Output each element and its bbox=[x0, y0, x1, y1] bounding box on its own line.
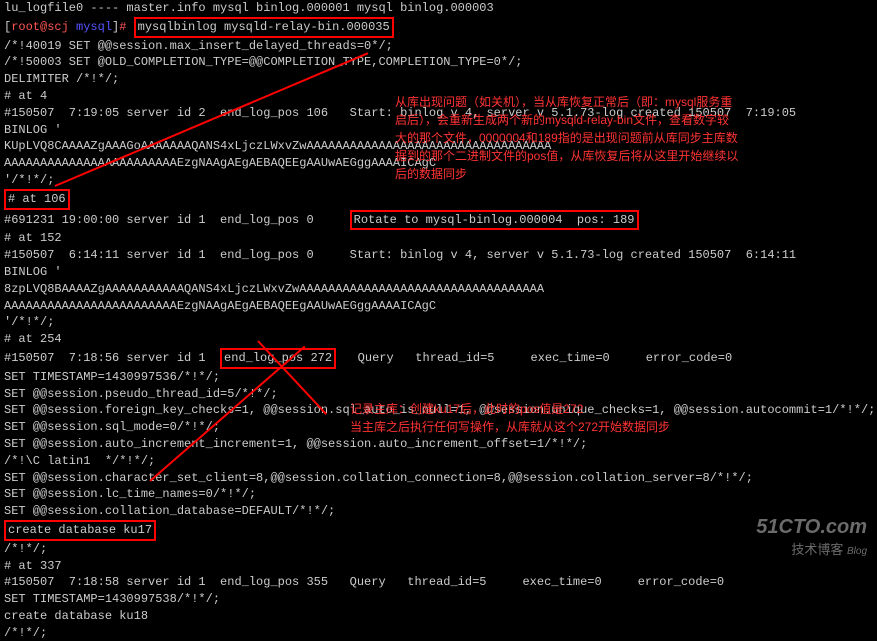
output-line: SET TIMESTAMP=1430997538/*!*/; bbox=[4, 591, 873, 608]
rotate-highlight: Rotate to mysql-binlog.000004 pos: 189 bbox=[350, 210, 639, 231]
createku17-highlight: create database ku17 bbox=[4, 520, 156, 541]
create-ku17-box: create database ku17 bbox=[4, 520, 873, 541]
output-line: /*!*/; bbox=[4, 625, 873, 641]
annotation-text: 记录主库：创建ku17后，此时的pos值是272 bbox=[350, 400, 850, 418]
output-line: # at 152 bbox=[4, 230, 873, 247]
output-text: #691231 19:00:00 server id 1 end_log_pos… bbox=[4, 213, 350, 227]
watermark-main: 51CTO.com bbox=[756, 513, 867, 541]
annotation-pos272: 记录主库：创建ku17后，此时的pos值是272 当主库之后执行任何写操作，从库… bbox=[350, 400, 850, 436]
output-line: SET @@session.lc_time_names=0/*!*/; bbox=[4, 486, 873, 503]
at106-box: # at 106 bbox=[4, 189, 873, 210]
query-line: #150507 7:18:56 server id 1 end_log_pos … bbox=[4, 348, 873, 369]
prompt-hash: # bbox=[119, 20, 126, 34]
output-line: /*!*/; bbox=[4, 541, 873, 558]
annotation-relay-bin: 从库出现问题（如关机），当从库恢复正常后（即：mysql服务重 启后），会重新生… bbox=[395, 93, 875, 183]
output-line: SET TIMESTAMP=1430997536/*!*/; bbox=[4, 369, 873, 386]
annotation-text: 从库出现问题（如关机），当从库恢复正常后（即：mysql服务重 bbox=[395, 93, 875, 111]
prompt-user: root@scj bbox=[11, 20, 69, 34]
watermark-sub: 技术博客 Blog bbox=[756, 541, 867, 559]
output-line: BINLOG ' bbox=[4, 264, 873, 281]
prompt-line: [root@scj mysql]# mysqlbinlog mysqld-rel… bbox=[4, 17, 873, 38]
output-line: DELIMITER /*!*/; bbox=[4, 71, 873, 88]
output-line: /*!50003 SET @OLD_COMPLETION_TYPE=@@COMP… bbox=[4, 54, 873, 71]
prompt-path: mysql bbox=[76, 20, 112, 34]
annotation-text: 后的数据同步 bbox=[395, 165, 875, 183]
watermark: 51CTO.com 技术博客 Blog bbox=[756, 513, 867, 559]
output-line: #150507 6:14:11 server id 1 end_log_pos … bbox=[4, 247, 873, 264]
output-line: AAAAAAAAAAAAAAAAAAAAAAAAEzgNAAgAEgAEBAQE… bbox=[4, 298, 873, 315]
output-text: Query thread_id=5 exec_time=0 error_code… bbox=[336, 351, 732, 365]
output-line: #150507 7:18:58 server id 1 end_log_pos … bbox=[4, 574, 873, 591]
endlogpos-highlight: end_log_pos 272 bbox=[220, 348, 336, 369]
output-line: # at 254 bbox=[4, 331, 873, 348]
at106-highlight: # at 106 bbox=[4, 189, 70, 210]
rotate-line: #691231 19:00:00 server id 1 end_log_pos… bbox=[4, 210, 873, 231]
output-line: SET @@session.collation_database=DEFAULT… bbox=[4, 503, 873, 520]
output-line: SET @@session.character_set_client=8,@@s… bbox=[4, 470, 873, 487]
annotation-text: 当主库之后执行任何写操作，从库就从这个272开始数据同步 bbox=[350, 418, 850, 436]
output-line: create database ku18 bbox=[4, 608, 873, 625]
output-text: #150507 7:18:56 server id 1 bbox=[4, 351, 220, 365]
output-line: /*!40019 SET @@session.max_insert_delaye… bbox=[4, 38, 873, 55]
annotation-text: 大的那个文件，0000004和189指的是出现问题前从库同步主库数 bbox=[395, 129, 875, 147]
annotation-text: 据到的那个二进制文件的pos值，从库恢复后将从这里开始继续以 bbox=[395, 147, 875, 165]
output-line: 8zpLVQ8BAAAAZgAAAAAAAAAAAQANS4xLjczLWxvZ… bbox=[4, 281, 873, 298]
output-line: # at 337 bbox=[4, 558, 873, 575]
output-line: SET @@session.auto_increment_increment=1… bbox=[4, 436, 873, 453]
annotation-text: 启后），会重新生成两个新的mysqld-relay-bin文件，查看数字较 bbox=[395, 111, 875, 129]
output-line: /*!\C latin1 */*!*/; bbox=[4, 453, 873, 470]
output-line: '/*!*/; bbox=[4, 314, 873, 331]
command-highlight: mysqlbinlog mysqld-relay-bin.000035 bbox=[134, 17, 394, 38]
output-line: lu_logfile0 ---- master.info mysql binlo… bbox=[4, 0, 873, 17]
